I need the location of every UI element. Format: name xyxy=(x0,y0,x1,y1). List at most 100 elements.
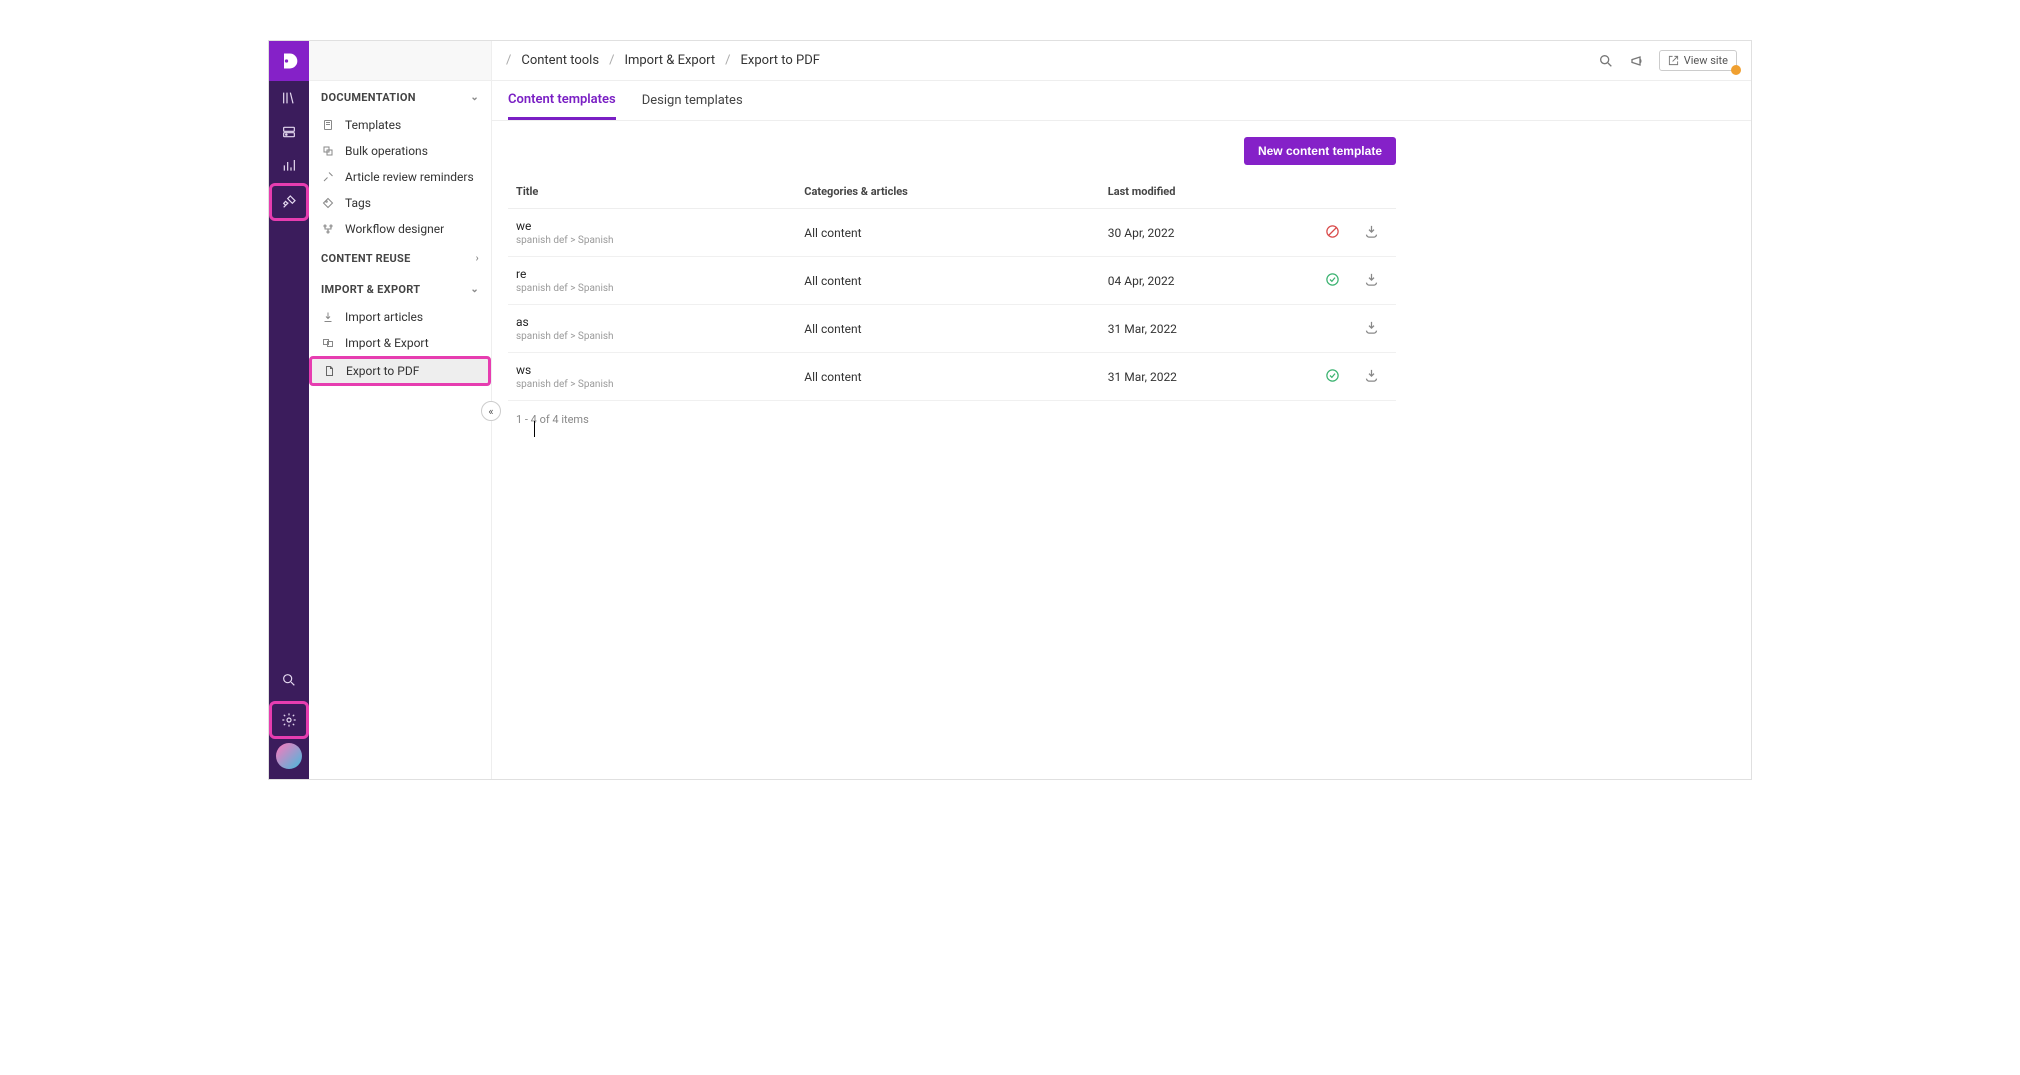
tab-design-templates[interactable]: Design templates xyxy=(642,83,743,118)
row-download-icon[interactable] xyxy=(1364,324,1379,338)
chevron-down-icon: ⌄ xyxy=(470,284,479,295)
row-sub: spanish def > Spanish xyxy=(516,379,788,390)
th-modified: Last modified xyxy=(1100,175,1316,209)
row-status-icon xyxy=(1324,319,1340,335)
review-icon xyxy=(321,170,335,184)
row-sub: spanish def > Spanish xyxy=(516,331,788,342)
search-icon xyxy=(1598,53,1614,69)
sidebar-item-import-articles[interactable]: Import articles xyxy=(309,304,491,330)
sidebar-item-workflow[interactable]: Workflow designer xyxy=(309,216,491,242)
rail-item-library[interactable] xyxy=(269,81,309,115)
sidebar-item-label: Bulk operations xyxy=(345,144,428,158)
tab-content-templates[interactable]: Content templates xyxy=(508,82,616,120)
breadcrumb-sep: / xyxy=(725,53,730,68)
sidebar-section-content-reuse[interactable]: CONTENT REUSE › xyxy=(309,242,491,273)
main: / Content tools / Import & Export / Expo… xyxy=(492,41,1751,779)
row-title: as xyxy=(516,315,788,329)
topbar-announce[interactable] xyxy=(1627,50,1649,72)
sidebar-project-selector[interactable] xyxy=(309,41,491,81)
tag-icon xyxy=(321,196,335,210)
row-modified: 04 Apr, 2022 xyxy=(1100,257,1316,305)
sidebar-collapse-button[interactable]: « xyxy=(481,401,501,421)
app-logo[interactable] xyxy=(269,41,309,81)
external-link-icon xyxy=(1668,55,1679,66)
sidebar-item-label: Export to PDF xyxy=(346,364,419,378)
table-row[interactable]: wespanish def > SpanishAll content30 Apr… xyxy=(508,209,1396,257)
sidebar-item-import-export[interactable]: Import & Export xyxy=(309,330,491,356)
table-row[interactable]: as spanish def > Spanish All content31 Mar… xyxy=(508,305,1396,353)
icon-rail xyxy=(269,41,309,779)
sidebar-item-export-pdf[interactable]: Export to PDF xyxy=(309,356,491,386)
th-status xyxy=(1316,175,1356,209)
sidebar-section-import-export[interactable]: IMPORT & EXPORT ⌄ xyxy=(309,273,491,304)
tabs: Content templates Design templates xyxy=(492,81,1751,121)
row-categories: All content xyxy=(796,257,1100,305)
row-categories: All content xyxy=(796,209,1100,257)
sidebar-item-label: Import & Export xyxy=(345,336,429,350)
view-site-button[interactable]: View site xyxy=(1659,50,1737,71)
rail-search[interactable] xyxy=(269,663,309,697)
sidebar-item-bulk[interactable]: Bulk operations xyxy=(309,138,491,164)
notification-dot xyxy=(1731,65,1741,75)
row-download-icon[interactable] xyxy=(1364,276,1379,290)
rail-settings[interactable] xyxy=(269,701,309,739)
templates-table: Title Categories & articles Last modifie… xyxy=(508,175,1396,401)
content-body: New content template Title Categories & … xyxy=(492,121,1412,454)
sidebar: DOCUMENTATION ⌄ Templates Bulk operation… xyxy=(309,41,492,779)
sidebar-item-review[interactable]: Article review reminders xyxy=(309,164,491,190)
user-avatar[interactable] xyxy=(276,743,302,769)
topbar: / Content tools / Import & Export / Expo… xyxy=(492,41,1751,81)
section-label: IMPORT & EXPORT xyxy=(321,283,420,296)
new-content-template-button[interactable]: New content template xyxy=(1244,137,1396,165)
breadcrumb-item[interactable]: Import & Export xyxy=(624,53,715,68)
breadcrumb-sep: / xyxy=(506,53,511,68)
table-row[interactable]: respanish def > SpanishAll content04 Apr… xyxy=(508,257,1396,305)
analytics-icon xyxy=(281,158,297,174)
megaphone-icon xyxy=(1630,53,1646,69)
row-title: ws xyxy=(516,363,788,377)
table-row[interactable]: wsspanish def > SpanishAll content31 Mar… xyxy=(508,353,1396,401)
chevron-down-icon: ⌄ xyxy=(470,92,479,103)
row-download-icon[interactable] xyxy=(1364,372,1379,386)
view-site-label: View site xyxy=(1684,54,1728,67)
sidebar-item-label: Article review reminders xyxy=(345,170,474,184)
th-download xyxy=(1356,175,1396,209)
bulk-icon xyxy=(321,144,335,158)
pdf-icon xyxy=(322,364,336,378)
breadcrumb-sep: / xyxy=(609,53,614,68)
row-status-icon xyxy=(1324,367,1340,383)
th-categories: Categories & articles xyxy=(796,175,1100,209)
row-download-icon[interactable] xyxy=(1364,228,1379,242)
template-icon xyxy=(321,118,335,132)
search-icon xyxy=(281,672,297,688)
sidebar-item-label: Templates xyxy=(345,118,401,132)
pager: 1 - 4 of 4 items xyxy=(508,401,1396,438)
tools-icon xyxy=(281,194,297,210)
app-frame: DOCUMENTATION ⌄ Templates Bulk operation… xyxy=(268,40,1752,780)
row-status-icon xyxy=(1324,223,1340,239)
row-title: re xyxy=(516,267,788,281)
workflow-icon xyxy=(321,222,335,236)
row-title: we xyxy=(516,219,788,233)
row-modified: 30 Apr, 2022 xyxy=(1100,209,1316,257)
breadcrumb-item[interactable]: Export to PDF xyxy=(741,53,820,68)
sidebar-item-label: Workflow designer xyxy=(345,222,444,236)
sidebar-section-documentation[interactable]: DOCUMENTATION ⌄ xyxy=(309,81,491,112)
rail-item-drive[interactable] xyxy=(269,115,309,149)
books-icon xyxy=(281,90,297,106)
sidebar-item-label: Tags xyxy=(345,196,371,210)
chevron-right-icon: › xyxy=(476,253,479,264)
gear-icon xyxy=(281,712,297,728)
section-label: DOCUMENTATION xyxy=(321,91,416,104)
sidebar-item-label: Import articles xyxy=(345,310,423,324)
row-modified: 31 Mar, 2022 xyxy=(1100,353,1316,401)
rail-item-tools[interactable] xyxy=(269,183,309,221)
rail-item-analytics[interactable] xyxy=(269,149,309,183)
row-categories: All content xyxy=(796,305,1100,353)
sidebar-item-tags[interactable]: Tags xyxy=(309,190,491,216)
breadcrumb-item[interactable]: Content tools xyxy=(521,53,599,68)
topbar-search[interactable] xyxy=(1595,50,1617,72)
sidebar-item-templates[interactable]: Templates xyxy=(309,112,491,138)
th-title: Title xyxy=(508,175,796,209)
row-modified: 31 Mar, 2022 xyxy=(1100,305,1316,353)
